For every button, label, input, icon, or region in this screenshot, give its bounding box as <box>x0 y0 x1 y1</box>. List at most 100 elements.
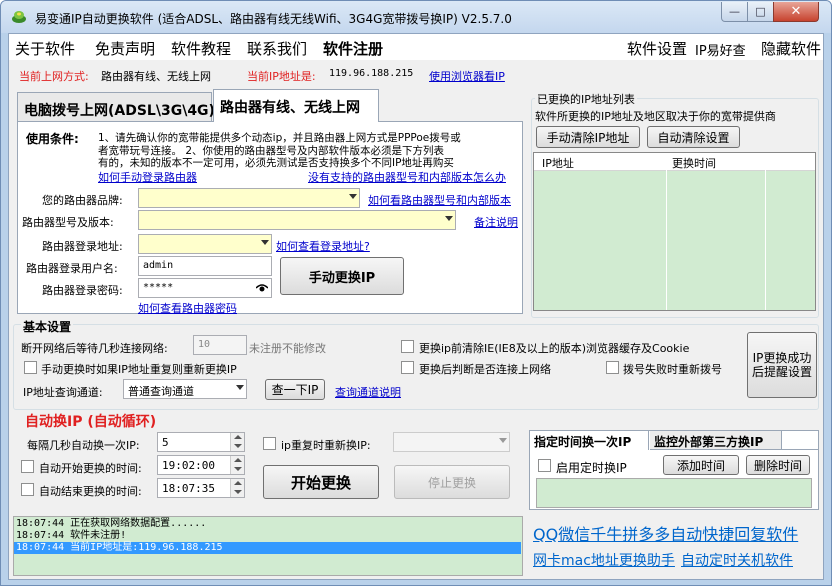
menu-settings[interactable]: 软件设置 <box>627 38 687 59</box>
query-channel-label: IP地址查询通道: <box>23 386 103 399</box>
spinner-down[interactable] <box>230 465 244 474</box>
menu-ip-lookup[interactable]: IP易好查 <box>695 40 746 59</box>
reconnect-note: 未注册不能修改 <box>249 342 326 355</box>
close-button[interactable]: ✕ <box>773 2 819 22</box>
delete-time-button[interactable]: 删除时间 <box>746 455 810 475</box>
col-ip-address[interactable]: IP地址 <box>542 155 574 171</box>
menu-bar: 关于软件 免责声明 软件教程 联系我们 软件注册 软件设置 IP易好查 隐藏软件 <box>9 34 823 60</box>
ip-list-title: 已更换的IP地址列表 <box>535 91 637 107</box>
manual-login-link[interactable]: 如何手动登录路由器 <box>98 169 197 185</box>
ad-link-mac-changer[interactable]: 网卡mac地址更换助手 <box>533 550 675 570</box>
router-panel: 使用条件: 1、请先确认你的宽带能提供多个动态ip，并且路由器上网方式是PPPo… <box>17 121 523 316</box>
tab-external-monitor[interactable]: 监控外部第三方换IP <box>650 431 782 450</box>
schedule-list[interactable] <box>536 478 812 508</box>
stop-change-button[interactable]: 停止更换 <box>394 465 510 499</box>
enable-schedule-checkbox[interactable] <box>538 459 551 472</box>
query-channel-help-link[interactable]: 查询通道说明 <box>335 384 401 400</box>
menu-register[interactable]: 软件注册 <box>323 38 383 59</box>
address-label: 路由器登录地址: <box>42 240 123 253</box>
show-password-icon[interactable] <box>256 284 268 292</box>
clear-cache-checkbox[interactable] <box>401 340 414 353</box>
auto-end-label: 自动结束更换的时间: <box>39 485 142 498</box>
username-label: 路由器登录用户名: <box>26 262 118 275</box>
redial-checkbox[interactable] <box>606 361 619 374</box>
check-conn-checkbox[interactable] <box>401 361 414 374</box>
auto-start-checkbox[interactable] <box>21 460 34 473</box>
title-bar[interactable]: 易变通IP自动更换软件 (适合ADSL、路由器有线无线Wifi、3G4G宽带拨号… <box>1 1 831 33</box>
tab-scheduled[interactable]: 指定时间换一次IP <box>530 431 649 450</box>
menu-contact[interactable]: 联系我们 <box>247 38 307 59</box>
clear-cache-label: 更换ip前清除IE(IE8及以上的版本)浏览器缓存及Cookie <box>419 342 690 355</box>
auto-start-time[interactable]: 19:02:00 <box>157 455 245 475</box>
enable-schedule-label: 启用定时换IP <box>556 461 627 475</box>
spinner-up[interactable] <box>230 479 244 488</box>
repeat-label: ip重复时重新换IP: <box>281 439 371 452</box>
unsupported-link[interactable]: 没有支持的路由器型号和内部版本怎么办 <box>308 169 506 185</box>
password-value: ***** <box>143 282 174 293</box>
mode-value: 路由器有线、无线上网 <box>101 70 211 83</box>
interval-label: 每隔几秒自动换一次IP: <box>27 439 140 452</box>
notify-btn-line1: IP更换成功 <box>752 351 812 365</box>
maximize-button[interactable]: □ <box>747 2 774 22</box>
ip-list-table[interactable]: IP地址 更换时间 <box>533 152 816 311</box>
start-change-button[interactable]: 开始更换 <box>263 465 379 499</box>
query-channel-select[interactable]: 普通查询通道 <box>123 379 247 399</box>
menu-hide[interactable]: 隐藏软件 <box>761 38 821 59</box>
auto-end-value: 18:07:35 <box>162 482 215 495</box>
log-box[interactable]: 18:07:44 正在获取网络数据配置...... 18:07:44 软件未注册… <box>13 516 523 576</box>
check-ip-button[interactable]: 查一下IP <box>265 379 325 400</box>
manual-change-ip-button[interactable]: 手动更换IP <box>280 257 404 295</box>
browser-ip-link[interactable]: 使用浏览器看IP <box>429 68 505 84</box>
app-icon <box>12 11 26 23</box>
manual-clear-ip-button[interactable]: 手动清除IP地址 <box>536 126 640 148</box>
model-select[interactable] <box>138 210 456 230</box>
auto-start-value: 19:02:00 <box>162 459 215 472</box>
reconnect-input[interactable]: 10 <box>193 335 247 355</box>
model-note-link[interactable]: 备注说明 <box>474 214 518 230</box>
spinner-down[interactable] <box>230 488 244 497</box>
address-help-link[interactable]: 如何查看登录地址? <box>276 238 370 254</box>
basic-settings-title: 基本设置 <box>21 318 74 335</box>
tab-dialup[interactable]: 电脑拨号上网(ADSL\3G\4G) <box>17 92 215 122</box>
password-input[interactable]: ***** <box>138 278 272 298</box>
column-separator <box>666 153 667 310</box>
tab-router[interactable]: 路由器有线、无线上网 <box>213 89 379 122</box>
client-area: 关于软件 免责声明 软件教程 联系我们 软件注册 软件设置 IP易好查 隐藏软件… <box>8 33 824 580</box>
brand-help-link[interactable]: 如何看路由器型号和内部版本 <box>368 192 511 208</box>
ip-list-desc: 软件所更换的IP地址及地区取决于你的宽带提供商 <box>535 110 776 123</box>
model-label: 路由器型号及版本: <box>22 216 114 229</box>
spinner-down[interactable] <box>230 442 244 451</box>
spinner-up[interactable] <box>230 433 244 442</box>
menu-about[interactable]: 关于软件 <box>15 38 75 59</box>
interval-spinner[interactable]: 5 <box>157 432 245 452</box>
password-label: 路由器登录密码: <box>42 284 123 297</box>
mode-label: 当前上网方式: <box>19 70 89 83</box>
brand-label: 您的路由器品牌: <box>42 194 123 207</box>
auto-end-time[interactable]: 18:07:35 <box>157 478 245 498</box>
auto-start-label: 自动开始更换的时间: <box>39 462 142 475</box>
check-conn-label: 更换后判断是否连接上网络 <box>419 363 551 376</box>
col-change-time[interactable]: 更换时间 <box>672 155 716 171</box>
notify-btn-line2: 后提醒设置 <box>751 365 812 379</box>
ad-link-autoreply[interactable]: QQ微信千牛拼多多自动快捷回复软件 <box>533 521 798 545</box>
redial-label: 拨号失败时重新拨号 <box>623 363 722 376</box>
auto-clear-settings-button[interactable]: 自动清除设置 <box>647 126 740 148</box>
main-window: 易变通IP自动更换软件 (适合ADSL、路由器有线无线Wifi、3G4G宽带拨号… <box>0 0 832 586</box>
brand-select[interactable] <box>138 188 360 208</box>
username-input[interactable]: admin <box>138 256 272 276</box>
auto-end-checkbox[interactable] <box>21 483 34 496</box>
ad-link-auto-shutdown[interactable]: 自动定时关机软件 <box>681 550 793 570</box>
address-select[interactable] <box>138 234 272 254</box>
conditions-title: 使用条件: <box>26 132 79 146</box>
repeat-checkbox[interactable] <box>263 437 276 450</box>
menu-tutorial[interactable]: 软件教程 <box>171 38 231 59</box>
notify-settings-button[interactable]: IP更换成功 后提醒设置 <box>747 332 817 398</box>
repeat-select[interactable] <box>393 432 510 452</box>
password-help-link[interactable]: 如何查看路由器密码 <box>138 300 237 316</box>
minimize-button[interactable]: — <box>721 2 748 22</box>
add-time-button[interactable]: 添加时间 <box>663 455 739 475</box>
dup-check-checkbox[interactable] <box>24 361 37 374</box>
menu-disclaimer[interactable]: 免责声明 <box>95 38 155 59</box>
conditions-line3: 有的，未知的版本不一定可用，必须先测试是否支持换多个不同IP地址再购买 <box>98 157 454 169</box>
spinner-up[interactable] <box>230 456 244 465</box>
